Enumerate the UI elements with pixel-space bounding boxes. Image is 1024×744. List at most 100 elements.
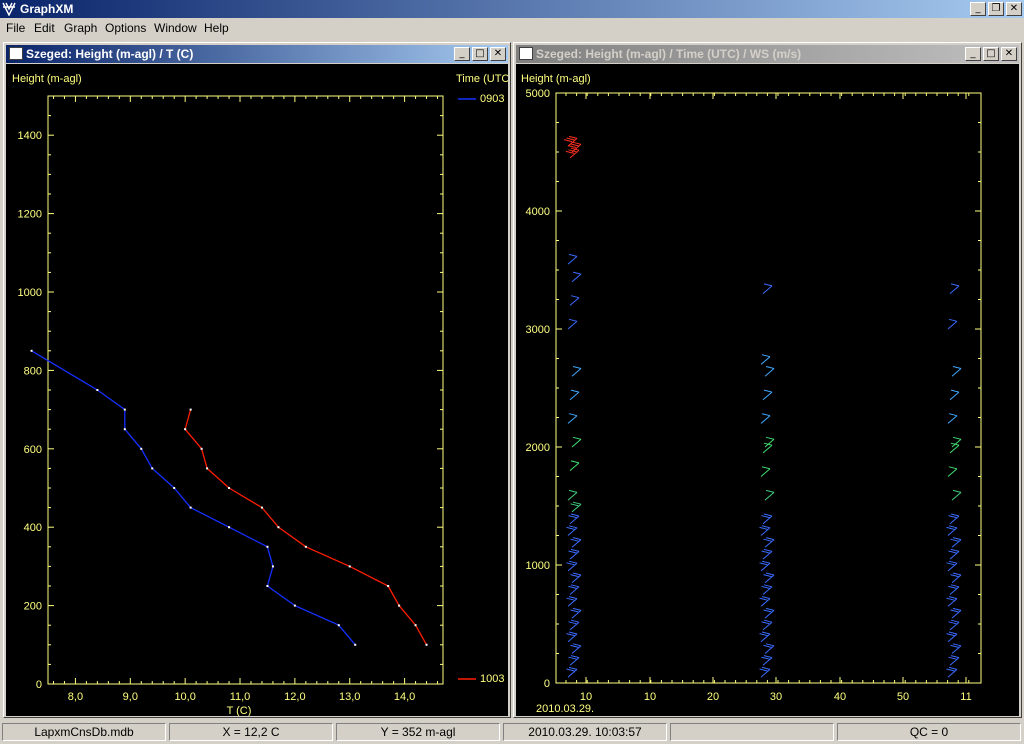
child-minimize-button[interactable]: _ — [454, 47, 470, 61]
temperature-window-title-bar[interactable]: Szeged: Height (m-agl) / T (C) _ □ ✕ — [6, 45, 508, 63]
child-maximize-button[interactable]: □ — [472, 47, 488, 61]
wind-barb-flag — [763, 655, 773, 659]
temperature-plot-area[interactable]: Height (m-agl) Time (UTC) 0903 1003 T (C… — [6, 64, 513, 717]
data-point-1003 — [184, 428, 187, 431]
data-point-1003 — [398, 604, 401, 607]
wind-barb-flag — [952, 366, 962, 369]
chart-window-icon — [9, 47, 23, 60]
wind-barb-flag — [568, 550, 577, 554]
plot-frame — [47, 95, 444, 685]
data-point-1003 — [228, 487, 231, 489]
wind-barb-flag — [570, 584, 580, 588]
wind-barb-flag — [952, 537, 962, 541]
status-bar: LapxmCnsDb.mdb X = 12,2 C Y = 352 m-agl … — [0, 722, 1024, 744]
wind-barb-shaft — [947, 468, 958, 477]
y-tick-label: 4000 — [526, 206, 550, 218]
wind-barb-flag — [570, 503, 579, 507]
menu-edit[interactable]: Edit — [34, 21, 55, 35]
menu-window[interactable]: Window — [154, 21, 197, 35]
wind-barb-flag — [568, 666, 578, 670]
wind-profile-window[interactable]: Szeged: Height (m-agl) / Time (UTC) / WS… — [513, 42, 1022, 718]
data-point-1003 — [304, 545, 307, 548]
wind-barb-shaft — [571, 273, 582, 283]
wind-barb-flag — [566, 526, 575, 530]
data-point-1003 — [425, 643, 428, 646]
wind-barb-chart[interactable]: Height (m-agl) 2010.03.29. 0 1000 2000 3… — [516, 64, 1019, 716]
wind-window-title-bar[interactable]: Szeged: Height (m-agl) / Time (UTC) / WS… — [516, 45, 1019, 63]
x-tick-label: 10 — [580, 691, 592, 703]
wind-barb-flag — [570, 513, 580, 517]
restore-button[interactable]: ❐ — [988, 2, 1004, 16]
child-maximize-button[interactable]: □ — [983, 47, 999, 61]
wind-barb-flag — [765, 489, 775, 493]
wind-barb-shaft — [760, 356, 771, 365]
x-tick-label: 30 — [770, 691, 782, 703]
wind-barb-flag — [570, 548, 580, 552]
menu-file[interactable]: File — [6, 21, 25, 35]
x-tick-label: 11,0 — [230, 691, 251, 703]
wind-barb-shaft — [947, 320, 958, 330]
x-axis-label: T (C) — [227, 705, 252, 716]
wind-barb-flag — [946, 597, 955, 601]
wind-barb-flag — [568, 413, 578, 417]
wind-barb-flag — [948, 666, 958, 670]
data-point-1003 — [200, 447, 203, 450]
wind-barb-flag — [763, 283, 773, 287]
wind-barb-flag — [763, 609, 772, 613]
data-point-1003 — [348, 565, 351, 568]
wind-plot-area[interactable]: Height (m-agl) 2010.03.29. 0 1000 2000 3… — [516, 64, 1019, 716]
child-close-button[interactable]: ✕ — [490, 47, 506, 61]
wind-barb-flag — [761, 631, 771, 635]
data-point-0903 — [151, 467, 154, 470]
wind-barb-flag — [763, 584, 773, 588]
data-point-0903 — [30, 349, 33, 352]
wind-barbs — [563, 135, 962, 678]
wind-barb-flag — [568, 318, 578, 322]
wind-barb-shaft — [567, 415, 578, 424]
wind-barb-flag — [763, 389, 773, 393]
wind-barb-flag — [761, 515, 770, 519]
minimize-button[interactable]: _ — [970, 2, 986, 16]
data-point-1003 — [206, 467, 209, 470]
wind-barb-flag — [568, 135, 578, 139]
wind-barb-flag — [950, 584, 960, 588]
wind-barb-flag — [763, 538, 772, 542]
temperature-profile-window[interactable]: Szeged: Height (m-agl) / T (C) _ □ ✕ Hei… — [3, 42, 513, 718]
axis-ticks — [556, 92, 981, 684]
wind-barb-flag — [566, 137, 575, 141]
wind-barb-flag — [761, 560, 771, 564]
wind-barb-flag — [761, 525, 771, 529]
wind-barb-shaft — [760, 415, 771, 424]
close-button[interactable]: ✕ — [1006, 2, 1022, 16]
wind-barb-flag — [568, 596, 578, 600]
data-point-0903 — [189, 506, 192, 509]
wind-barb-shaft — [567, 256, 578, 265]
wind-barb-flag — [765, 607, 775, 611]
menu-options[interactable]: Options — [105, 21, 146, 35]
wind-barb-flag — [570, 143, 579, 147]
x-tick-label: 13,0 — [339, 691, 360, 703]
menu-graph[interactable]: Graph — [64, 21, 97, 35]
legend-label-1003: 1003 — [480, 673, 504, 685]
wind-barb-flag — [950, 655, 960, 659]
wind-barb-flag — [950, 619, 960, 623]
temperature-window-title: Szeged: Height (m-agl) / T (C) — [26, 47, 194, 61]
wind-barb-flag — [570, 538, 579, 542]
wind-barb-flag — [763, 574, 772, 578]
wind-barb-shaft — [949, 285, 960, 294]
x-tick-label: 20 — [707, 691, 719, 703]
series-line-0903 — [31, 350, 356, 646]
wind-barb-flag — [761, 354, 771, 358]
wind-barb-flag — [566, 562, 575, 566]
wind-barb-flag — [568, 253, 578, 257]
data-point-0903 — [266, 545, 269, 548]
child-close-button[interactable]: ✕ — [1001, 47, 1017, 61]
child-minimize-button[interactable]: _ — [965, 47, 981, 61]
temperature-height-chart[interactable]: Height (m-agl) Time (UTC) 0903 1003 T (C… — [6, 64, 513, 717]
wind-barb-flag — [761, 550, 770, 554]
wind-barb-flag — [950, 283, 960, 287]
menu-help[interactable]: Help — [204, 21, 229, 35]
plot-frame — [555, 92, 982, 684]
wind-barb-flag — [570, 619, 580, 623]
wind-barb-flag — [952, 607, 962, 611]
